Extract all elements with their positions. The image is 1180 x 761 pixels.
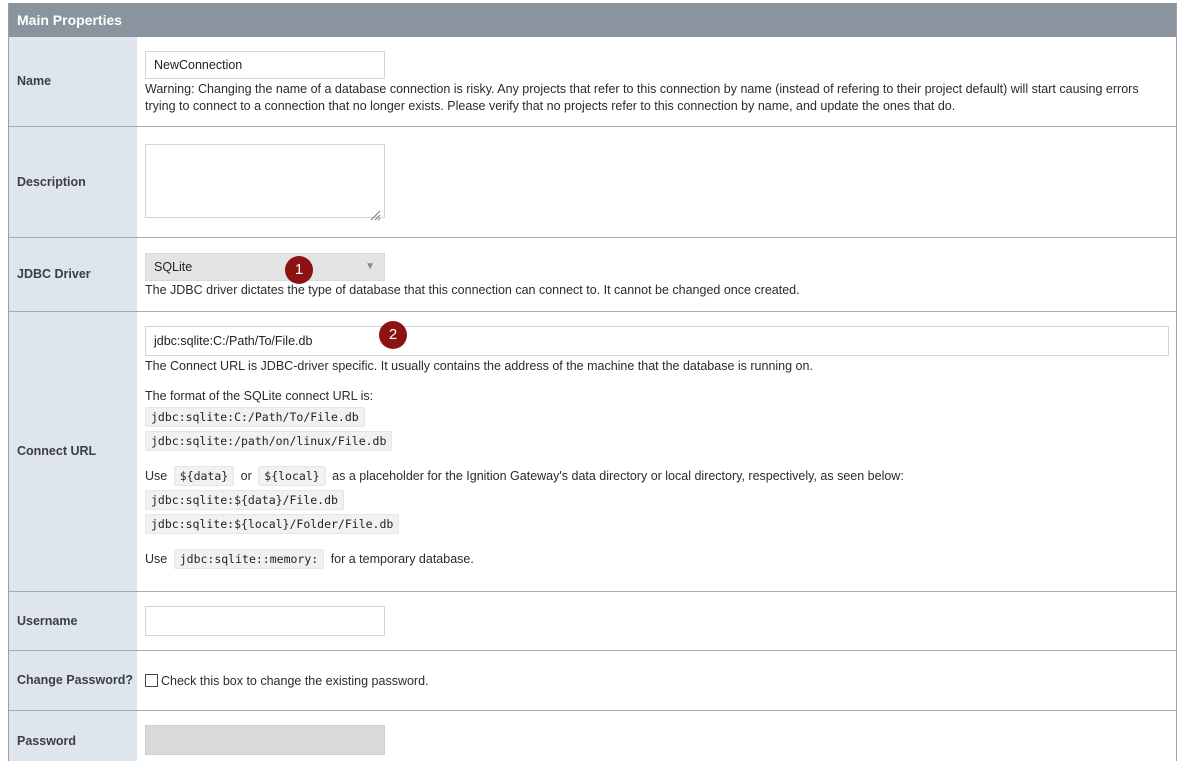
- resize-handle-icon[interactable]: [369, 209, 381, 221]
- callout-badge-1: 1: [285, 256, 313, 284]
- use-word: Use: [145, 469, 168, 483]
- change-password-text: Check this box to change the existing pa…: [161, 673, 429, 688]
- connect-url-input[interactable]: jdbc:sqlite:C:/Path/To/File.db: [145, 326, 1169, 356]
- jdbc-driver-value: SQLite: [154, 260, 193, 274]
- callout-badge-2: 2: [379, 321, 407, 349]
- connect-url-label: Connect URL: [9, 312, 137, 591]
- password-row: Password: [9, 711, 1176, 761]
- memory-text: for a temporary database.: [330, 552, 474, 566]
- change-password-row: Change Password? Check this box to chang…: [9, 651, 1176, 711]
- description-row: Description: [9, 127, 1176, 238]
- placeholder-text: as a placeholder for the Ignition Gatewa…: [332, 469, 904, 483]
- name-label: Name: [9, 37, 137, 126]
- change-password-checkbox[interactable]: [145, 674, 158, 687]
- username-row: Username: [9, 592, 1176, 651]
- connect-url-row: Connect URL jdbc:sqlite:C:/Path/To/File.…: [9, 312, 1176, 592]
- use-word-memory: Use: [145, 552, 168, 566]
- name-warning: Warning: Changing the name of a database…: [145, 82, 1139, 113]
- placeholder-help: Use ${data} or ${local} as a placeholder…: [145, 466, 1169, 486]
- change-password-label: Change Password?: [9, 651, 137, 710]
- username-label: Username: [9, 592, 137, 650]
- password-input[interactable]: [145, 725, 385, 755]
- jdbc-driver-row: JDBC Driver SQLite ▼ The JDBC driver dic…: [9, 238, 1176, 312]
- placeholder-local-code: ${local}: [258, 466, 326, 486]
- or-word: or: [240, 469, 252, 483]
- format-intro: The format of the SQLite connect URL is:: [145, 389, 374, 403]
- jdbc-driver-help: The JDBC driver dictates the type of dat…: [145, 283, 800, 297]
- jdbc-driver-select[interactable]: SQLite ▼: [145, 253, 385, 281]
- name-row: Name NewConnection Warning: Changing the…: [9, 37, 1176, 127]
- jdbc-driver-label: JDBC Driver: [9, 238, 137, 311]
- placeholder-example-local: jdbc:sqlite:${local}/Folder/File.db: [145, 514, 400, 534]
- connect-url-help: The Connect URL is JDBC-driver specific.…: [145, 359, 813, 373]
- description-label: Description: [9, 127, 137, 237]
- format-example-windows: jdbc:sqlite:C:/Path/To/File.db: [145, 407, 365, 427]
- main-properties-panel: Main Properties Name NewConnection Warni…: [8, 3, 1177, 761]
- memory-code: jdbc:sqlite::memory:: [173, 549, 325, 569]
- placeholder-example-data: jdbc:sqlite:${data}/File.db: [145, 490, 344, 510]
- name-input[interactable]: NewConnection: [145, 51, 385, 79]
- dropdown-arrow-icon: ▼: [365, 261, 375, 272]
- format-example-linux: jdbc:sqlite:/path/on/linux/File.db: [145, 431, 393, 451]
- placeholder-data-code: ${data}: [173, 466, 235, 486]
- memory-help: Use jdbc:sqlite::memory: for a temporary…: [145, 549, 1169, 569]
- username-input[interactable]: [145, 606, 385, 636]
- password-label: Password: [9, 711, 137, 761]
- section-header: Main Properties: [9, 3, 1176, 37]
- description-textarea[interactable]: [145, 144, 385, 218]
